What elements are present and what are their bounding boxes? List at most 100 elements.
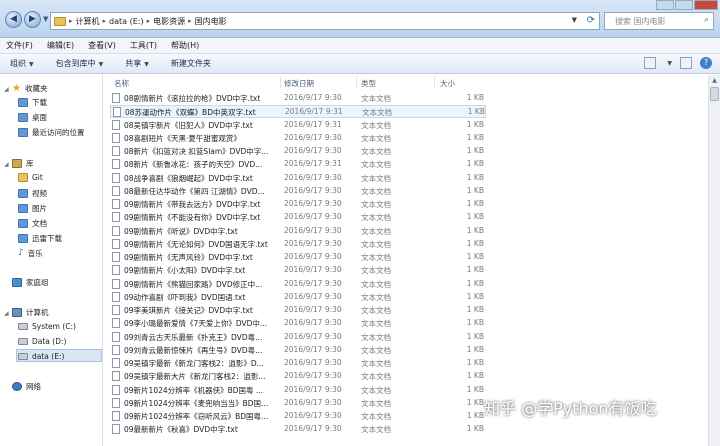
file-row[interactable]: 09剧情新片《无论如何》DVD国语无字.txt 2016/9/17 9:30 文本文… bbox=[110, 238, 486, 251]
minimize-button[interactable] bbox=[656, 0, 674, 10]
nav-music[interactable]: ♪ 音乐 bbox=[18, 248, 43, 259]
file-row[interactable]: 09剧情新片《听说》DVD中字.txt 2016/9/17 9:30 文本文档 1 K… bbox=[110, 225, 486, 238]
chevron-right-icon[interactable]: ▸ bbox=[103, 17, 107, 25]
refresh-icon[interactable]: ⟳ bbox=[587, 15, 595, 26]
file-row[interactable]: 09新片1024分辨率《麦兜响当当》BD国... 2016/9/17 9:30 文本… bbox=[110, 397, 486, 410]
chevron-right-icon[interactable]: ▸ bbox=[147, 17, 151, 25]
file-row[interactable]: 09刘青云古天乐最新《扑克王》DVD粤... 2016/9/17 9:30 文本文档… bbox=[110, 331, 486, 344]
breadcrumb-movie-resources[interactable]: 电影资源 bbox=[153, 16, 185, 27]
file-row[interactable]: 09新片1024分辨率《机器侠》BD国粤 ... 2016/9/17 9:30 文本… bbox=[110, 384, 486, 397]
menu-edit[interactable]: 编辑(E) bbox=[47, 40, 74, 51]
navigation-pane: ◢ ★ 收藏夹 下载 桌面 最近访问的位置 ◢ 库 Git 视频 图片 文档 迅… bbox=[0, 75, 103, 446]
breadcrumb-computer[interactable]: 计算机 bbox=[76, 16, 100, 27]
file-row[interactable]: 09李美琪新片《接关记》DVD中字.txt 2016/9/17 9:30 文本文档 1… bbox=[110, 304, 486, 317]
file-row[interactable]: 09刘青云最新惊悚片《再生号》DVD粤... 2016/9/17 9:30 文本文档… bbox=[110, 344, 486, 357]
file-row[interactable]: 08新片《扣篮对决 扣篮Slam》DVD中字... 2016/9/17 9:30 文… bbox=[110, 145, 486, 158]
nav-computer[interactable]: 计算机 bbox=[12, 307, 49, 318]
picture-icon bbox=[18, 204, 28, 213]
scrollbar-thumb[interactable] bbox=[710, 87, 719, 101]
breadcrumb-drive-e[interactable]: data (E:) bbox=[109, 17, 144, 26]
file-date: 2016/9/17 9:30 bbox=[284, 93, 342, 102]
column-divider[interactable] bbox=[434, 76, 435, 88]
menu-view[interactable]: 查看(V) bbox=[88, 40, 116, 51]
nav-network[interactable]: 网络 bbox=[12, 381, 41, 392]
history-dropdown-icon[interactable]: ▼ bbox=[43, 15, 48, 23]
expand-icon[interactable]: ◢ bbox=[4, 86, 9, 93]
file-row[interactable]: 09新片1024分辨率《窃听风云》BD国粤... 2016/9/17 9:30 文本… bbox=[110, 410, 486, 423]
view-options-icon[interactable] bbox=[644, 57, 657, 69]
nav-drive-d[interactable]: Data (D:) bbox=[18, 337, 66, 346]
nav-videos[interactable]: 视频 bbox=[18, 188, 47, 199]
new-folder-button[interactable]: 新建文件夹 bbox=[171, 58, 211, 69]
file-row[interactable]: 08苏運动作片《双蝶》BD中英双字.txt 2016/9/17 9:31 文本文档 1… bbox=[110, 105, 486, 119]
organize-label: 组织 bbox=[10, 59, 26, 68]
scroll-up-icon[interactable]: ▲ bbox=[709, 75, 720, 86]
nav-recent[interactable]: 最近访问的位置 bbox=[18, 127, 85, 138]
file-name: 08吴镇宇新片《旧犯人》DVD中字.txt bbox=[124, 120, 253, 130]
file-row[interactable]: 08最新任达华动作《第四 江湖情》DVD... 2016/9/17 9:30 文本文… bbox=[110, 185, 486, 198]
nav-libraries[interactable]: 库 bbox=[12, 158, 34, 169]
download-folder-icon bbox=[18, 98, 28, 107]
menu-file[interactable]: 文件(F) bbox=[6, 40, 33, 51]
menu-help[interactable]: 帮助(H) bbox=[171, 40, 199, 51]
maximize-button[interactable] bbox=[675, 0, 693, 10]
column-type[interactable]: 类型 bbox=[361, 78, 376, 89]
file-date: 2016/9/17 9:31 bbox=[284, 159, 342, 169]
file-row[interactable]: 09李小璐最新爱情《7天爱上你》DVD中... 2016/9/17 9:30 文本文… bbox=[110, 317, 486, 330]
nav-desktop[interactable]: 桌面 bbox=[18, 112, 47, 123]
file-size: 1 KB bbox=[466, 93, 484, 102]
document-icon bbox=[18, 219, 28, 228]
expand-icon[interactable]: ◢ bbox=[4, 161, 9, 168]
column-divider[interactable] bbox=[280, 76, 281, 88]
nav-git[interactable]: Git bbox=[18, 173, 43, 182]
breadcrumb[interactable]: ▸ 计算机 ▸ data (E:) ▸ 电影资源 ▸ 国内电影 ▼ ⟳ bbox=[50, 12, 600, 30]
organize-button[interactable]: 组织 ▼ bbox=[10, 58, 34, 69]
file-row[interactable]: 09吴镇宇最新《新龙门客栈2：逍影》D... 2016/9/17 9:30 文本文档… bbox=[110, 357, 486, 370]
forward-button[interactable]: ▶ bbox=[24, 11, 41, 28]
path-dropdown-icon[interactable]: ▼ bbox=[572, 16, 577, 24]
nav-thunder-downloads[interactable]: 迅雷下载 bbox=[18, 233, 62, 244]
column-name[interactable]: 名称 bbox=[114, 78, 129, 89]
expand-icon[interactable]: ◢ bbox=[4, 310, 9, 317]
file-row[interactable]: 09动作喜剧《吓到我》DVD国语.txt 2016/9/17 9:30 文本文档 1 … bbox=[110, 291, 486, 304]
file-row[interactable]: 09吴镇宇最新大片《新龙门客栈2：逍影... 2016/9/17 9:30 文本文档… bbox=[110, 370, 486, 383]
file-date: 2016/9/17 9:31 bbox=[284, 119, 342, 129]
menu-tools[interactable]: 工具(T) bbox=[130, 40, 157, 51]
column-size[interactable]: 大小 bbox=[440, 78, 455, 89]
include-in-library-button[interactable]: 包含到库中 ▼ bbox=[56, 58, 104, 69]
back-button[interactable]: ◀ bbox=[5, 11, 22, 28]
nav-downloads[interactable]: 下载 bbox=[18, 97, 47, 108]
nav-drive-e[interactable]: data (E:) bbox=[18, 352, 64, 361]
nav-pictures[interactable]: 图片 bbox=[18, 203, 47, 214]
chevron-right-icon[interactable]: ▸ bbox=[188, 17, 192, 25]
help-icon[interactable]: ? bbox=[700, 57, 712, 69]
file-date: 2016/9/17 9:30 bbox=[284, 225, 342, 235]
file-row[interactable]: 08新片《新鲁冰花：孩子的天空》DVD... 2016/9/17 9:31 文本文档… bbox=[110, 158, 486, 171]
search-input[interactable]: 搜索 国内电影 ⌕ bbox=[604, 12, 714, 30]
library-icon bbox=[12, 159, 22, 168]
file-row[interactable]: 09剧情新片《小太阳》DVD中字.txt 2016/9/17 9:30 文本文档 1 … bbox=[110, 264, 486, 277]
file-row[interactable]: 09最新新片《秋喜》DVD中字.txt 2016/9/17 9:30 文本文档 1 K… bbox=[110, 423, 486, 436]
file-row[interactable]: 09剧情新片《熊猫回家路》DVD修正中... 2016/9/17 9:30 文本文档… bbox=[110, 278, 486, 291]
nav-drive-c[interactable]: System (C:) bbox=[18, 322, 76, 331]
file-row[interactable]: 08剧情新片《滚拉拉的枪》DVD中字.txt 2016/9/17 9:30 文本文档… bbox=[110, 92, 486, 105]
file-size: 1 KB bbox=[466, 344, 484, 354]
nav-favorites[interactable]: ★ 收藏夹 bbox=[12, 83, 47, 94]
column-divider[interactable] bbox=[356, 76, 357, 88]
nav-homegroup[interactable]: 家庭组 bbox=[12, 277, 49, 288]
nav-documents[interactable]: 文档 bbox=[18, 218, 47, 229]
file-row[interactable]: 09剧情新片《带我去远方》DVD中字.txt 2016/9/17 9:30 文本文档… bbox=[110, 198, 486, 211]
vertical-scrollbar[interactable]: ▲ bbox=[708, 75, 720, 446]
file-row[interactable]: 08喜剧短片《天黑·夏午甜蜜观赏》 2016/9/17 9:30 文本文档 1 KB bbox=[110, 132, 486, 145]
file-row[interactable]: 08战争喜剧《狼烟崛起》DVD中字.txt 2016/9/17 9:30 文本文档 1… bbox=[110, 172, 486, 185]
share-button[interactable]: 共享 ▼ bbox=[125, 58, 149, 69]
breadcrumb-domestic-movies[interactable]: 国内电影 bbox=[195, 16, 227, 27]
search-icon[interactable]: ⌕ bbox=[704, 15, 709, 25]
file-row[interactable]: 08吴镇宇新片《旧犯人》DVD中字.txt 2016/9/17 9:31 文本文档 1… bbox=[110, 119, 486, 132]
column-date[interactable]: 修改日期 bbox=[284, 78, 314, 89]
file-row[interactable]: 09剧情新片《不能没有你》DVD中字.txt 2016/9/17 9:30 文本文档… bbox=[110, 211, 486, 224]
preview-pane-icon[interactable] bbox=[680, 57, 692, 69]
chevron-down-icon[interactable]: ▼ bbox=[667, 60, 672, 67]
file-row[interactable]: 09剧情新片《无声风铃》DVD中字.txt 2016/9/17 9:30 文本文档 1… bbox=[110, 251, 486, 264]
close-button[interactable] bbox=[694, 0, 718, 10]
